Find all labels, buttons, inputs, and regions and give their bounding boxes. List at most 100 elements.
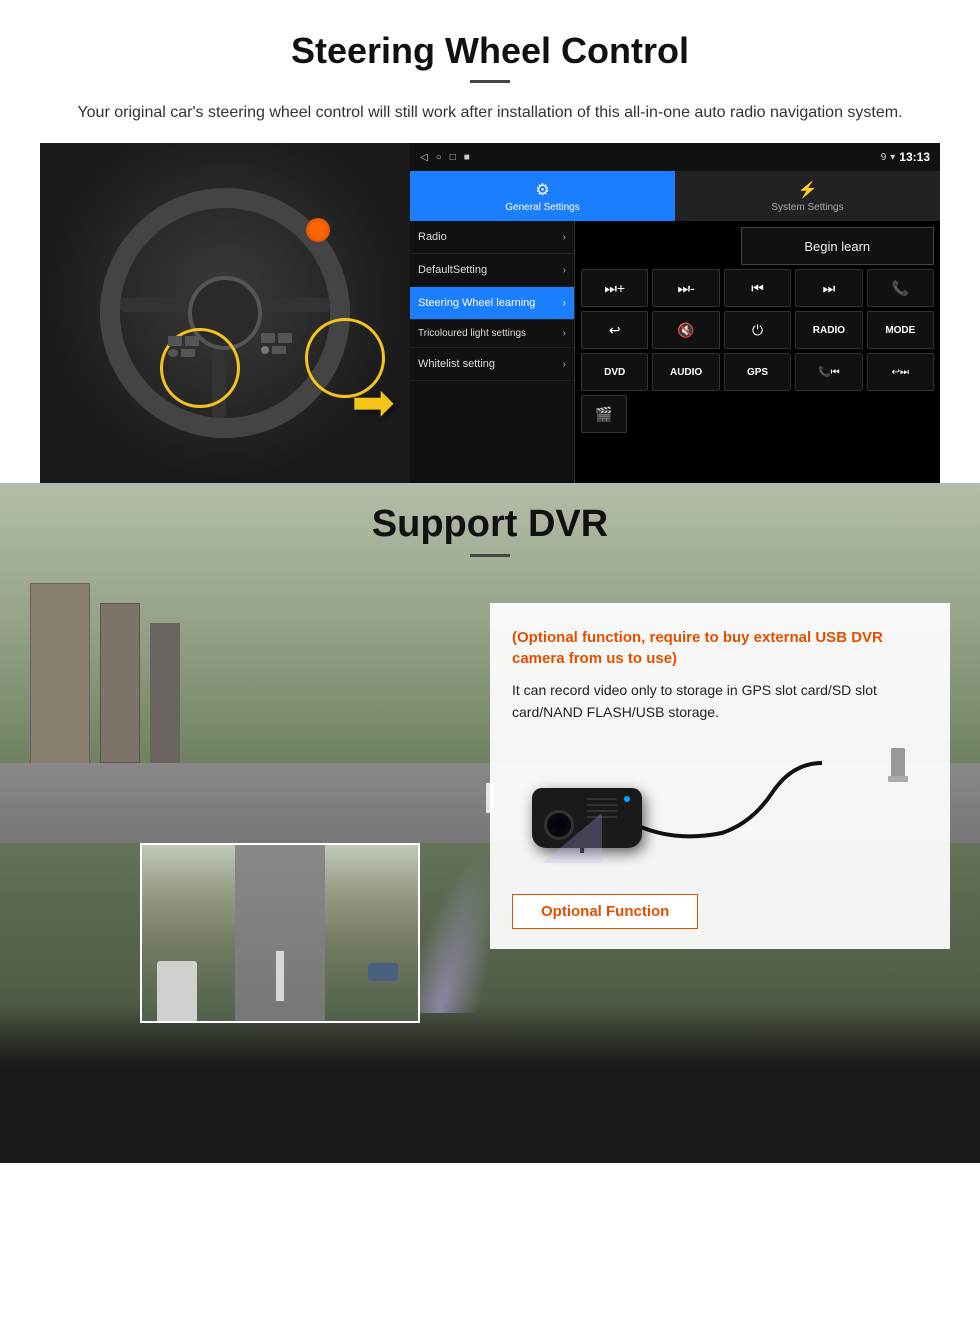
dvr-camera-image [512,738,928,878]
right-buttons [261,333,292,354]
signal-icon: 9 [881,152,887,163]
tab-system-label: System Settings [771,202,843,213]
dvr-optional-text: (Optional function, require to buy exter… [512,627,928,669]
sw-spoke-right [250,298,330,312]
chevron-icon-tricoloured: › [563,328,566,339]
right-btn-3 [261,346,269,354]
dvr-section: Support DVR (Optional function, require … [0,483,980,1163]
steering-subtitle: Your original car's steering wheel contr… [60,101,920,125]
chevron-icon-radio: › [563,232,566,243]
power-button[interactable]: ⏻ [724,311,791,349]
thumbnail-bg [142,845,418,1021]
call-next-button[interactable]: ↩⏭ [867,353,934,391]
begin-learn-button[interactable]: Begin learn [741,227,935,265]
android-statusbar: ◁ ○ □ ■ 9 ▾ 13:13 [410,143,940,171]
dvr-icon-button[interactable]: 🎬 [581,395,627,433]
left-btn-4 [181,349,195,357]
dvr-title: Support DVR [0,503,980,546]
steering-section: Steering Wheel Control Your original car… [0,0,980,483]
control-row-3: DVD AUDIO GPS 📞⏮ ↩⏭ [581,353,934,391]
thumb-car-white [157,961,197,1021]
steering-composite: ➡ ◁ ○ □ ■ 9 ▾ 13:13 [40,143,940,483]
optional-function-button[interactable]: Optional Function [512,894,698,929]
mute-button[interactable]: 🔇 [652,311,719,349]
chevron-icon-steering: › [563,298,566,309]
menu-default-setting[interactable]: DefaultSetting › [410,254,574,287]
menu-steering-wheel[interactable]: Steering Wheel learning › [410,287,574,320]
call-prev-button[interactable]: 📞⏮ [795,353,862,391]
menu-whitelist[interactable]: Whitelist setting › [410,348,574,381]
phone-button[interactable]: 📞 [867,269,934,307]
dvr-title-area: Support DVR [0,503,980,557]
back-icon: ◁ [420,152,428,163]
steering-wheel [100,188,350,438]
vol-down-button[interactable]: ⏭- [652,269,719,307]
right-btn-2 [278,333,292,343]
building-1 [30,583,90,783]
chevron-icon-default: › [563,265,566,276]
mode-button[interactable]: MODE [867,311,934,349]
home-icon: ○ [436,152,442,163]
steering-wheel-bg: ➡ [40,143,410,483]
title-divider [470,80,510,83]
statusbar-icons: ◁ ○ □ ■ [420,152,470,163]
control-row-4: 🎬 [581,395,934,433]
usb-plug-base [888,776,908,782]
right-btn-4 [272,346,286,354]
vol-up-button[interactable]: ⏭+ [581,269,648,307]
thumb-line [276,951,284,1001]
dvr-desc-text: It can record video only to storage in G… [512,679,928,724]
right-btn-row2 [261,346,292,354]
system-icon: ⚡ [798,180,818,200]
menu-radio[interactable]: Radio › [410,221,574,254]
building-3 [150,623,180,763]
thumb-car-1 [368,963,398,981]
statusbar-time: 13:13 [899,150,930,164]
right-btn-row1 [261,333,292,343]
left-btn-1 [168,336,182,346]
control-row-2: ↩ 🔇 ⏻ RADIO MODE [581,311,934,349]
left-btn-row2 [168,349,199,357]
dvd-button[interactable]: DVD [581,353,648,391]
dvr-thumbnail [140,843,420,1023]
recents-icon: □ [450,152,456,163]
tab-general-label: General Settings [505,202,580,213]
dvr-dashboard [0,1003,980,1163]
menu-radio-label: Radio [418,231,447,243]
menu-default-label: DefaultSetting [418,264,487,276]
sw-indicator [306,218,330,242]
prev-track-button[interactable]: ⏮ [724,269,791,307]
android-panel: ◁ ○ □ ■ 9 ▾ 13:13 ⚙ General Settings [410,143,940,483]
next-track-button[interactable]: ⏭ [795,269,862,307]
steering-photo: ➡ [40,143,410,483]
begin-learn-row: Begin learn [581,227,934,265]
menu-whitelist-label: Whitelist setting [418,358,495,370]
chevron-icon-whitelist: › [563,359,566,370]
menu-steering-label: Steering Wheel learning [418,297,535,309]
android-body: Radio › DefaultSetting › Steering Wheel … [410,221,940,483]
left-btn-3 [168,349,178,357]
usb-plug-body [891,748,905,776]
begin-learn-spacer [581,227,741,265]
left-buttons [168,336,199,357]
left-btn-2 [185,336,199,346]
building-2 [100,603,140,763]
tab-general[interactable]: ⚙ General Settings [410,171,675,221]
tab-system[interactable]: ⚡ System Settings [675,171,940,221]
menu-tricoloured[interactable]: Tricoloured light settings › [410,320,574,348]
wifi-icon: ▾ [890,152,895,163]
menu-tricoloured-label: Tricoloured light settings [418,328,526,339]
statusbar-right: 9 ▾ 13:13 [881,150,930,164]
camera-led [624,796,630,802]
hang-up-button[interactable]: ↩ [581,311,648,349]
dvr-info-box: (Optional function, require to buy exter… [490,603,950,949]
vent-1 [587,798,617,800]
usb-assembly [888,748,908,782]
vent-2 [587,804,617,806]
right-btn-1 [261,333,275,343]
radio-button[interactable]: RADIO [795,311,862,349]
audio-button[interactable]: AUDIO [652,353,719,391]
vent-3 [587,810,617,812]
gps-button[interactable]: GPS [724,353,791,391]
android-tabs[interactable]: ⚙ General Settings ⚡ System Settings [410,171,940,221]
